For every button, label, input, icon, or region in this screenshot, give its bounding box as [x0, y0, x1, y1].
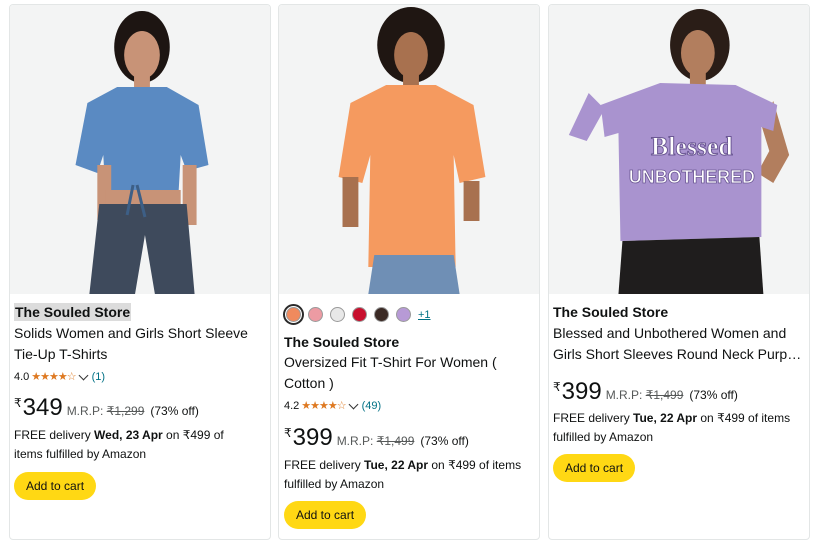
price: 399: [561, 378, 602, 405]
price: 399: [292, 424, 333, 451]
more-colors-link[interactable]: +1: [418, 309, 431, 321]
mrp-value: ₹1,499: [645, 388, 684, 402]
product-image-3[interactable]: Blessed UNBOTHERED: [549, 5, 809, 294]
delivery-info: FREE delivery Tue, 22 Apr on ₹499 of ite…: [284, 456, 539, 494]
product-title[interactable]: Oversized Fit T-Shirt For Women ( Cotton…: [284, 352, 534, 394]
product-title[interactable]: Blessed and Unbothered Women and Girls S…: [553, 323, 807, 365]
discount: (73% off): [150, 404, 199, 418]
review-count-link[interactable]: (49): [362, 399, 382, 413]
title-line[interactable]: Tie-Up T-Shirts: [14, 344, 264, 365]
mrp-label: M.R.P:: [336, 434, 374, 448]
product-brand[interactable]: The Souled Store: [14, 303, 132, 321]
delivery-info: FREE delivery Tue, 22 Apr on ₹499 of ite…: [553, 409, 808, 447]
add-to-cart-button[interactable]: Add to cart: [284, 501, 367, 529]
add-to-cart-button[interactable]: Add to cart: [553, 454, 636, 482]
price-row: ₹ 399 M.R.P: ₹1,499 (73% off): [284, 425, 469, 451]
delivery-date: Wed, 23 Apr: [94, 428, 163, 442]
svg-text:UNBOTHERED: UNBOTHERED: [629, 167, 755, 187]
color-swatch[interactable]: [352, 307, 367, 322]
svg-text:Blessed: Blessed: [651, 132, 733, 161]
currency-symbol: ₹: [284, 426, 292, 440]
price: 349: [22, 394, 63, 421]
chevron-down-icon[interactable]: [348, 399, 359, 410]
rating-value: 4.2: [284, 400, 300, 412]
title-line[interactable]: Girls Short Sleeves Round Neck Purp…: [553, 344, 807, 365]
review-count-link[interactable]: (1): [92, 370, 105, 384]
rating-value: 4.0: [14, 371, 30, 383]
product-card-1[interactable]: The Souled Store Solids Women and Girls …: [9, 4, 271, 540]
delivery-prefix: FREE delivery: [14, 428, 95, 442]
product-image-2[interactable]: [279, 5, 539, 294]
color-swatch[interactable]: [396, 307, 411, 322]
price-row: ₹ 349 M.R.P: ₹1,299 (73% off): [14, 395, 199, 421]
product-image-1[interactable]: [10, 5, 270, 294]
discount: (73% off): [689, 388, 738, 402]
mrp-value: ₹1,299: [106, 404, 145, 418]
product-brand[interactable]: The Souled Store: [284, 333, 399, 351]
color-swatch[interactable]: [308, 307, 323, 322]
chevron-down-icon[interactable]: [78, 370, 89, 381]
delivery-prefix: FREE delivery: [553, 411, 634, 425]
delivery-date: Tue, 22 Apr: [364, 458, 429, 472]
title-line[interactable]: Cotton ): [284, 373, 534, 394]
star-rating-icon[interactable]: ★★★★☆: [301, 399, 346, 413]
product-card-3[interactable]: Blessed UNBOTHERED The Souled Store Bles…: [548, 4, 810, 540]
color-swatch[interactable]: [330, 307, 345, 322]
rating-row[interactable]: 4.0 ★★★★☆ (1): [14, 370, 105, 384]
add-to-cart-button[interactable]: Add to cart: [14, 472, 97, 500]
delivery-info: FREE delivery Wed, 23 Apr on ₹499 of ite…: [14, 426, 254, 464]
color-swatches: +1: [283, 304, 431, 325]
star-rating-icon[interactable]: ★★★★☆: [31, 370, 76, 384]
product-brand[interactable]: The Souled Store: [553, 303, 668, 321]
price-row: ₹ 399 M.R.P: ₹1,499 (73% off): [553, 379, 738, 405]
discount: (73% off): [420, 434, 469, 448]
title-line[interactable]: Solids Women and Girls Short Sleeve: [14, 323, 264, 344]
rating-row[interactable]: 4.2 ★★★★☆ (49): [284, 399, 381, 413]
mrp-value: ₹1,499: [376, 434, 415, 448]
product-title[interactable]: Solids Women and Girls Short Sleeve Tie-…: [14, 323, 264, 365]
delivery-prefix: FREE delivery: [284, 458, 365, 472]
mrp-label: M.R.P:: [66, 404, 104, 418]
title-line[interactable]: Blessed and Unbothered Women and: [553, 323, 807, 344]
currency-symbol: ₹: [14, 396, 22, 410]
mrp: M.R.P: ₹1,299: [67, 404, 145, 418]
delivery-date: Tue, 22 Apr: [633, 411, 698, 425]
title-line[interactable]: Oversized Fit T-Shirt For Women (: [284, 352, 534, 373]
mrp: M.R.P: ₹1,499: [606, 388, 684, 402]
color-swatch[interactable]: [374, 307, 389, 322]
product-card-2[interactable]: +1 The Souled Store Oversized Fit T-Shir…: [278, 4, 540, 540]
mrp: M.R.P: ₹1,499: [337, 434, 415, 448]
currency-symbol: ₹: [553, 380, 561, 394]
color-swatch[interactable]: [283, 304, 304, 325]
mrp-label: M.R.P:: [605, 388, 643, 402]
